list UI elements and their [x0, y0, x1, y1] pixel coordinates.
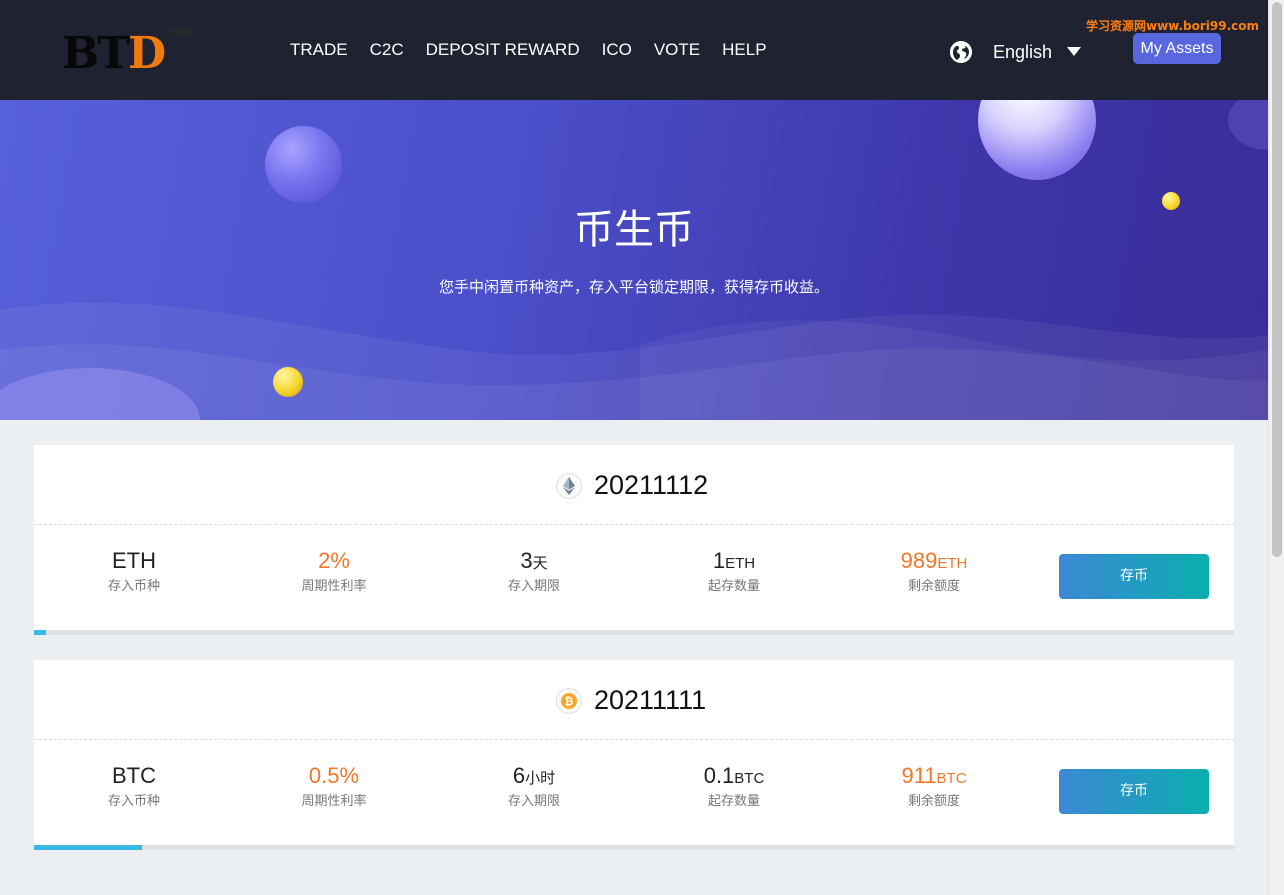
period-value: 6小时: [512, 763, 556, 788]
period-value: 3天: [520, 548, 548, 573]
nav-ico[interactable]: ICO: [602, 38, 632, 62]
minimum-value: 0.1BTC: [703, 763, 765, 788]
site-watermark: 学习资源网www.bori99.com: [1086, 19, 1260, 33]
nav-c2c[interactable]: C2C: [370, 38, 404, 62]
chevron-down-icon[interactable]: [1067, 47, 1081, 56]
deposit-button[interactable]: 存币: [1059, 554, 1209, 599]
hero-banner: 币生币 您手中闲置币种资产，存入平台锁定期限，获得存币收益。: [0, 100, 1268, 420]
page-scrollbar[interactable]: [1268, 0, 1284, 895]
remaining-value: 911BTC: [901, 763, 967, 788]
stat-coin: BTC 存入币种: [34, 762, 234, 811]
stat-minimum: 0.1BTC 起存数量: [634, 762, 834, 811]
card-title: 20211111: [594, 685, 707, 715]
my-assets-button[interactable]: My Assets: [1133, 33, 1221, 64]
svg-text:₿: ₿: [565, 695, 574, 708]
coin-value: ETH: [112, 548, 156, 573]
coin-label: 存入币种: [107, 579, 160, 594]
page-subtitle: 您手中闲置币种资产，存入平台锁定期限，获得存币收益。: [438, 278, 829, 296]
deposit-button[interactable]: 存币: [1059, 769, 1209, 814]
period-label: 存入期限: [507, 794, 560, 809]
stat-remaining: 911BTC 剩余额度: [834, 762, 1034, 811]
top-header: BTD PRO TRADE C2C DEPOSIT REWARD ICO VOT…: [0, 0, 1268, 100]
quota-progress-fill: [34, 845, 142, 850]
stat-coin: ETH 存入币种: [34, 547, 234, 596]
remaining-label: 剩余额度: [907, 579, 960, 594]
remaining-unit: ETH: [937, 555, 968, 572]
coin-label: 存入币种: [107, 794, 160, 809]
period-label: 存入期限: [507, 579, 560, 594]
stat-period: 6小时 存入期限: [434, 762, 634, 811]
card-header: 20211112: [34, 445, 1234, 525]
stat-rate: 0.5% 周期性利率: [234, 762, 434, 811]
deposit-product-card: 20211112 ETH 存入币种 2% 周期性利率 3天 存入期限 1ETH …: [34, 445, 1234, 635]
coin-value: BTC: [112, 763, 156, 788]
main-nav: TRADE C2C DEPOSIT REWARD ICO VOTE HELP: [290, 38, 767, 62]
quota-progress-fill: [34, 630, 46, 635]
page-title: 币生币: [574, 207, 694, 253]
nav-trade[interactable]: TRADE: [290, 38, 348, 62]
minimum-value: 1ETH: [712, 548, 756, 573]
stat-minimum: 1ETH 起存数量: [634, 547, 834, 596]
stat-remaining: 989ETH 剩余额度: [834, 547, 1034, 596]
rate-value: 2%: [318, 548, 350, 573]
stat-period: 3天 存入期限: [434, 547, 634, 596]
nav-vote[interactable]: VOTE: [654, 38, 700, 62]
quota-progress-bar: [34, 630, 1234, 635]
logo-wordmark: BTD: [62, 28, 166, 79]
card-header: ₿ 20211111: [34, 660, 1234, 740]
deposit-product-card: ₿ 20211111 BTC 存入币种 0.5% 周期性利率 6小时 存入期限 …: [34, 660, 1234, 850]
rate-value: 0.5%: [308, 763, 360, 788]
scrollbar-thumb[interactable]: [1272, 2, 1282, 557]
minimum-label: 起存数量: [707, 579, 760, 594]
bitcoin-icon: ₿: [556, 688, 582, 714]
decorative-coin-dot: [273, 367, 303, 397]
quota-progress-bar: [34, 845, 1234, 850]
rate-label: 周期性利率: [301, 579, 367, 594]
card-title: 20211112: [594, 470, 709, 500]
nav-help[interactable]: HELP: [722, 38, 766, 62]
globe-icon[interactable]: [950, 41, 972, 63]
language-selector[interactable]: English: [993, 40, 1052, 64]
decorative-sphere: [265, 126, 342, 203]
remaining-unit: BTC: [936, 770, 967, 787]
minimum-unit: ETH: [725, 555, 756, 572]
btd-logo[interactable]: BTD PRO: [62, 26, 202, 82]
minimum-label: 起存数量: [707, 794, 760, 809]
rate-label: 周期性利率: [301, 794, 367, 809]
ethereum-icon: [556, 473, 582, 499]
remaining-label: 剩余额度: [907, 794, 960, 809]
stat-rate: 2% 周期性利率: [234, 547, 434, 596]
period-unit: 小时: [525, 770, 556, 787]
remaining-value: 989ETH: [900, 548, 968, 573]
minimum-unit: BTC: [734, 770, 765, 787]
nav-deposit-reward[interactable]: DEPOSIT REWARD: [426, 38, 580, 62]
logo-pro-badge: PRO: [166, 26, 193, 39]
period-unit: 天: [532, 555, 548, 572]
